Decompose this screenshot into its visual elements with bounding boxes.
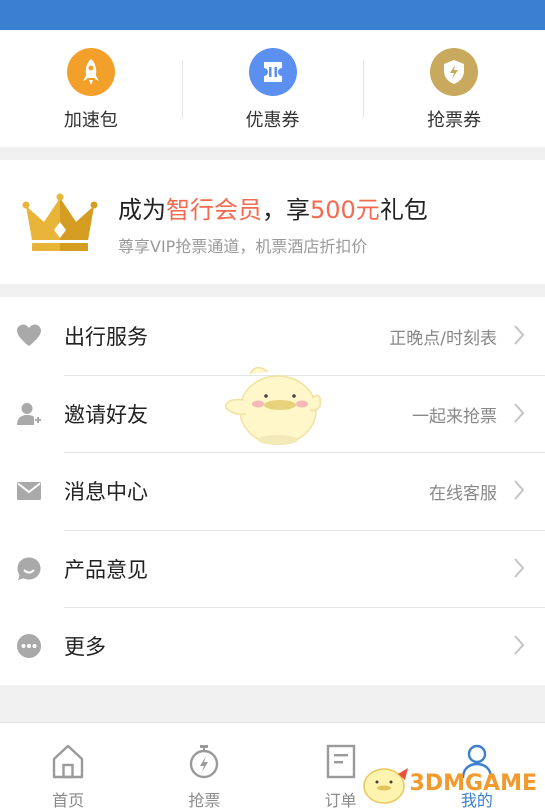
menu-item-value: 正晚点/时刻表: [389, 329, 497, 349]
crown-icon: [22, 193, 98, 251]
chevron-right-icon: [514, 402, 525, 423]
vip-title-text: 礼包: [379, 196, 428, 224]
menu-item-label: 邀请好友: [64, 402, 148, 427]
quick-action-label: 优惠券: [245, 110, 300, 131]
shield-icon: [430, 48, 479, 96]
order-icon: [326, 744, 355, 779]
status-bar: [0, 0, 545, 30]
more-icon: [17, 634, 41, 659]
stopwatch-icon: [190, 745, 219, 779]
tab-label: 订单: [324, 791, 357, 810]
mail-icon: [17, 482, 41, 501]
vip-title-text: 成为: [118, 196, 166, 224]
vip-title-highlight: 500元: [310, 196, 380, 224]
tab-label: 抢票: [188, 791, 221, 810]
vip-banner[interactable]: 成为智行会员，享500元礼包 尊享VIP抢票通道，机票酒店折扣价: [0, 160, 545, 284]
menu-item-label: 出行服务: [64, 325, 148, 349]
rocket-icon: [66, 48, 115, 96]
quick-action-coupon[interactable]: 优惠券: [181, 30, 364, 147]
chevron-right-icon: [514, 635, 525, 656]
quick-action-label: 抢票券: [427, 110, 482, 131]
home-icon: [52, 744, 84, 779]
ticket-icon: [248, 48, 297, 96]
chevron-right-icon: [514, 480, 525, 500]
vip-subtitle: 尊享VIP抢票通道，机票酒店折扣价: [118, 237, 368, 256]
menu-item-label: 消息中心: [64, 480, 148, 505]
mascot-watermark-image: [362, 768, 408, 804]
user-add-icon: [17, 402, 41, 425]
menu-list: 出行服务 正晚点/时刻表 邀请好友 一起来抢票 消息中心 在线客服 产品意见 更…: [0, 297, 545, 685]
vip-title: 成为智行会员，享500元礼包: [118, 190, 428, 225]
quick-action-boost[interactable]: 加速包: [0, 30, 182, 147]
menu-item-value: 在线客服: [429, 484, 497, 505]
site-watermark: 3DMGAME: [358, 760, 537, 806]
tab-home[interactable]: 首页: [0, 723, 136, 812]
mascot-watermark-image: [225, 366, 322, 445]
quick-actions: 加速包 优惠券 抢票券: [0, 30, 545, 147]
menu-item-more[interactable]: 更多: [0, 607, 545, 685]
vip-title-highlight: 智行会员: [166, 196, 262, 224]
tab-label: 首页: [52, 791, 85, 810]
quick-action-grab-ticket[interactable]: 抢票券: [363, 30, 545, 147]
heart-icon: [17, 324, 41, 346]
chevron-right-icon: [514, 558, 525, 578]
menu-item-label: 产品意见: [64, 557, 148, 582]
feedback-icon: [17, 557, 41, 580]
menu-item-value: 一起来抢票: [412, 406, 497, 427]
chevron-right-icon: [514, 325, 525, 345]
menu-item-message-center[interactable]: 消息中心 在线客服: [0, 452, 545, 530]
tab-grab-ticket[interactable]: 抢票: [136, 723, 272, 812]
vip-title-text: ，享: [262, 196, 310, 224]
menu-item-feedback[interactable]: 产品意见: [0, 529, 545, 608]
menu-item-label: 更多: [64, 635, 106, 660]
quick-action-label: 加速包: [63, 110, 118, 131]
watermark-text: 3DMGAME: [409, 770, 537, 796]
